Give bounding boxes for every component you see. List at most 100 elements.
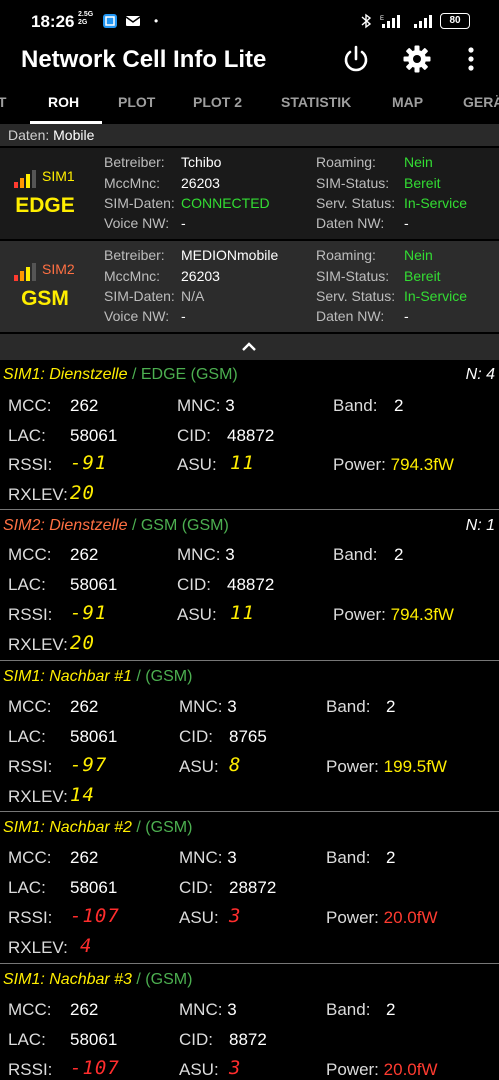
mcc-value: 262 [70, 396, 99, 415]
serv-status-label: Serv. Status: [316, 195, 396, 211]
tab-geraet[interactable]: GERÄ [463, 94, 499, 110]
power-icon[interactable] [341, 44, 371, 74]
neighbor-count: N: 4 [465, 366, 495, 383]
mnc-label: MNC: [179, 848, 223, 867]
mcc-value: 262 [70, 545, 99, 564]
tab-plot-2[interactable]: PLOT 2 [193, 94, 242, 110]
asu-value: 8 [229, 754, 242, 776]
tab-plot[interactable]: PLOT [118, 94, 155, 110]
cid-label: CID: [179, 727, 213, 746]
mccmnc-label: MccMnc: [104, 268, 160, 284]
mcc-value: 262 [70, 1000, 99, 1019]
cell-subtitle: / EDGE (GSM) [127, 366, 238, 383]
cell-subtitle: / GSM (GSM) [127, 517, 229, 534]
mccmnc-label: MccMnc: [104, 175, 160, 191]
power-value: 199.5fW [383, 757, 447, 776]
cell-section-neighbor-3: SIM1: Nachbar #3 / (GSM) MCC: 262 MNC: 3… [0, 965, 499, 1080]
mail-icon [125, 16, 141, 26]
asu-label: ASU: [177, 455, 217, 474]
net-type-bottom: 2G [78, 19, 88, 26]
sim1-mccmnc: 26203 [181, 175, 220, 191]
band-label: Band: [333, 545, 378, 564]
mnc-value: 3 [227, 1000, 237, 1019]
cid-value: 48872 [227, 426, 275, 445]
app-notification-icon [103, 14, 117, 28]
band-value: 2 [386, 697, 396, 716]
tab-roh[interactable]: ROH [48, 94, 79, 110]
more-vert-icon[interactable] [456, 44, 486, 74]
daten-nw-label: Daten NW: [316, 308, 385, 324]
sim1-voice-nw: - [181, 215, 186, 231]
tab-it[interactable]: IT [0, 94, 6, 110]
lac-value: 58061 [70, 1030, 118, 1049]
mnc-value: 3 [225, 396, 235, 415]
mcc-label: MCC: [8, 697, 52, 716]
cid-label: CID: [179, 878, 213, 897]
sim2-badge: SIM2 GSM [12, 259, 84, 319]
asu-value: 11 [230, 602, 255, 624]
cell-title: SIM1: Nachbar #3 [3, 971, 132, 988]
net-type-top: 2.5G [78, 11, 94, 18]
rssi-value: -91 [70, 602, 108, 624]
cell-header: SIM1: Nachbar #3 / (GSM) [3, 971, 192, 989]
sim2-signal-bars-icon [14, 263, 36, 281]
sim-status-label: SIM-Status: [316, 175, 390, 191]
cell-title: SIM1: Nachbar #1 [3, 668, 132, 685]
collapse-panel-button[interactable] [0, 334, 499, 360]
neighbor-count: N: 1 [465, 517, 495, 534]
cell-subtitle: / (GSM) [131, 668, 193, 685]
cid-value: 8872 [229, 1030, 267, 1049]
sim1-name: SIM1 [42, 168, 75, 184]
sim1-daten-nw: - [404, 215, 409, 231]
simdaten-label: SIM-Daten: [104, 288, 175, 304]
tab-map[interactable]: MAP [392, 94, 423, 110]
gear-icon[interactable] [402, 44, 432, 74]
sim1-signal-bars-icon [14, 170, 36, 188]
data-connection-bar: Daten: Mobile [0, 124, 499, 146]
betreiber-label: Betreiber: [104, 154, 165, 170]
chevron-up-icon [242, 342, 256, 351]
lac-value: 58061 [70, 575, 118, 594]
voice-nw-label: Voice NW: [104, 215, 170, 231]
serv-status-label: Serv. Status: [316, 288, 396, 304]
daten-label: Daten: [8, 127, 50, 143]
asu-value: 11 [230, 452, 255, 474]
sim1-operator: Tchibo [181, 154, 222, 170]
lac-label: LAC: [8, 426, 46, 445]
rxlev-label: RXLEV: [8, 485, 68, 504]
cid-value: 28872 [229, 878, 277, 897]
cell-title: SIM2: Dienstzelle [3, 517, 128, 534]
sim2-voice-nw: - [181, 308, 186, 324]
tab-statistik[interactable]: STATISTIK [281, 94, 351, 110]
rssi-value: -91 [70, 452, 108, 474]
status-time: 18:26 [31, 12, 75, 31]
sim2-serv-status: In-Service [404, 288, 468, 304]
asu-label: ASU: [179, 757, 219, 776]
signal-sim1-icon: E [380, 15, 400, 28]
power-label: Power: [326, 1060, 379, 1079]
rssi-label: RSSI: [8, 757, 53, 776]
power-label: Power: [326, 908, 379, 927]
mcc-label: MCC: [8, 396, 52, 415]
band-label: Band: [326, 848, 371, 867]
notification-dot-icon: • [154, 14, 159, 28]
cell-header: SIM1: Nachbar #2 / (GSM) [3, 819, 192, 837]
band-label: Band: [333, 396, 378, 415]
mnc-label: MNC: [177, 396, 221, 415]
mcc-label: MCC: [8, 1000, 52, 1019]
rxlev-value: 20 [70, 482, 95, 504]
sim2-name: SIM2 [42, 261, 75, 277]
cell-section-sim2-serving: SIM2: Dienstzelle / GSM (GSM) N: 1 MCC: … [0, 511, 499, 661]
power-label: Power: [333, 455, 386, 474]
betreiber-label: Betreiber: [104, 247, 165, 263]
lac-value: 58061 [70, 878, 118, 897]
cell-section-neighbor-1: SIM1: Nachbar #1 / (GSM) MCC: 262 MNC: 3… [0, 662, 499, 812]
sim2-daten-nw: - [404, 308, 409, 324]
simdaten-label: SIM-Daten: [104, 195, 175, 211]
mcc-value: 262 [70, 848, 99, 867]
asu-value: 3 [229, 905, 242, 927]
daten-nw-label: Daten NW: [316, 215, 385, 231]
tab-bar: IT ROH PLOT PLOT 2 STATISTIK MAP GERÄ [0, 84, 499, 124]
cid-label: CID: [177, 426, 211, 445]
mnc-label: MNC: [179, 697, 223, 716]
